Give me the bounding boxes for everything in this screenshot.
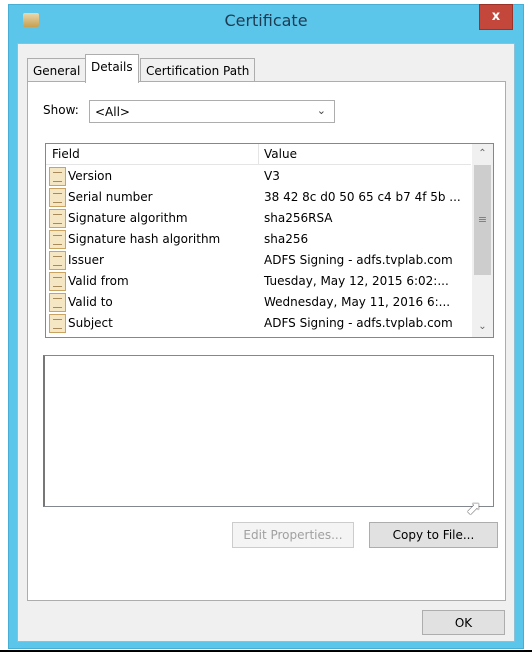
field-name: Signature hash algorithm (68, 232, 221, 246)
field-icon (49, 272, 66, 291)
field-value: Tuesday, May 12, 2015 6:02:... (264, 274, 449, 288)
chevron-down-icon: ⌄ (316, 104, 326, 117)
list-item[interactable]: Signature algorithm sha256RSA (46, 208, 471, 229)
field-name: Subject (68, 316, 113, 330)
field-name: Serial number (68, 190, 153, 204)
field-icon (49, 293, 66, 312)
certificate-window: Certificate x General Details Certificat… (8, 4, 524, 649)
list-item[interactable]: Version V3 (46, 166, 471, 187)
field-value: V3 (264, 169, 280, 183)
list-item[interactable]: Valid to Wednesday, May 11, 2016 6:... (46, 292, 471, 313)
field-detail-textbox[interactable] (43, 355, 494, 507)
edit-properties-button[interactable]: Edit Properties... (232, 522, 354, 548)
column-divider[interactable] (258, 144, 259, 165)
field-name: Version (68, 169, 113, 183)
details-panel: Show: <All> ⌄ Field Value Version V3 Seri… (27, 81, 506, 601)
column-header-field[interactable]: Field (52, 147, 80, 161)
list-header: Field Value (46, 144, 471, 165)
tab-details[interactable]: Details (85, 54, 139, 83)
scroll-down-icon[interactable]: ⌄ (472, 317, 493, 337)
field-icon (49, 251, 66, 270)
list-item[interactable]: Serial number 38 42 8c d0 50 65 c4 b7 4f … (46, 187, 471, 208)
field-icon (49, 209, 66, 228)
field-icon (49, 230, 66, 249)
field-value: sha256RSA (264, 211, 333, 225)
field-icon (49, 167, 66, 186)
field-name: Valid from (68, 274, 129, 288)
field-name: Issuer (68, 253, 104, 267)
dialog-client: General Details Certification Path Show:… (17, 43, 515, 642)
show-label: Show: (43, 103, 79, 117)
field-name: Signature algorithm (68, 211, 188, 225)
show-dropdown[interactable]: <All> ⌄ (89, 100, 335, 123)
column-header-value[interactable]: Value (264, 147, 297, 161)
field-value: 38 42 8c d0 50 65 c4 b7 4f 5b ... (264, 190, 461, 204)
list-item[interactable]: Subject ADFS Signing - adfs.tvplab.com (46, 313, 471, 334)
field-icon (49, 188, 66, 207)
copy-to-file-button[interactable]: Copy to File... (369, 522, 498, 548)
scroll-up-icon[interactable]: ⌃ (472, 144, 493, 164)
list-item[interactable]: Valid from Tuesday, May 12, 2015 6:02:... (46, 271, 471, 292)
mouse-cursor-icon: ⬈ (466, 498, 482, 519)
tab-certification-path[interactable]: Certification Path (140, 58, 256, 82)
list-item[interactable]: Issuer ADFS Signing - adfs.tvplab.com (46, 250, 471, 271)
bottom-edge (0, 650, 532, 652)
fields-list[interactable]: Field Value Version V3 Serial number 38 42… (45, 143, 494, 338)
ok-button[interactable]: OK (422, 610, 505, 635)
field-value: Wednesday, May 11, 2016 6:... (264, 295, 451, 309)
field-name: Valid to (68, 295, 113, 309)
field-value: ADFS Signing - adfs.tvplab.com (264, 316, 453, 330)
close-button[interactable]: x (479, 4, 513, 30)
field-icon (49, 314, 66, 333)
tab-general[interactable]: General (27, 58, 87, 82)
window-title: Certificate (224, 11, 308, 30)
field-value: ADFS Signing - adfs.tvplab.com (264, 253, 453, 267)
field-value: sha256 (264, 232, 309, 246)
show-value: <All> (95, 105, 130, 119)
vertical-scrollbar[interactable]: ⌃ ≡ ⌄ (472, 144, 493, 337)
scrollbar-thumb[interactable]: ≡ (474, 165, 491, 275)
list-item[interactable]: Signature hash algorithm sha256 (46, 229, 471, 250)
